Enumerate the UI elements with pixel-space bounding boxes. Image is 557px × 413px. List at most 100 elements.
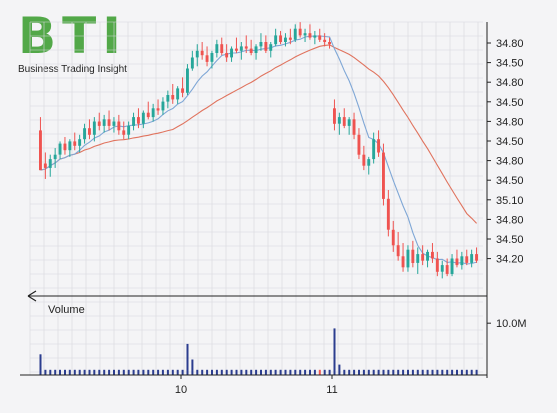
sma-fast-line — [40, 35, 477, 265]
candle-body — [357, 134, 361, 155]
volume-bar — [191, 359, 194, 375]
candle-body — [235, 48, 238, 51]
price-tick-label: 34.80 — [496, 116, 524, 128]
candle-body — [470, 254, 474, 263]
volume-bar — [446, 369, 449, 375]
price-tick-label: 34.50 — [496, 97, 524, 109]
candle-body — [137, 117, 140, 124]
price-tick-label: 34.50 — [496, 58, 524, 70]
price-tick-label: 34.20 — [496, 254, 524, 266]
volume-bar — [460, 369, 463, 375]
volume-bar — [186, 343, 189, 375]
candle-body — [205, 55, 209, 62]
volume-bar — [235, 369, 238, 375]
volume-bar — [299, 369, 302, 375]
volume-bar — [470, 369, 473, 375]
volume-bar — [358, 369, 360, 375]
candle-body — [274, 35, 278, 45]
volume-bar — [264, 369, 267, 375]
candle-body — [215, 44, 219, 53]
candle-body — [406, 249, 410, 268]
candle-body — [411, 249, 415, 263]
candle-body — [440, 265, 444, 272]
candle-body — [92, 121, 96, 135]
volume-bar — [113, 369, 115, 375]
volume-bar — [348, 369, 351, 375]
volume-bar — [377, 369, 380, 375]
volume-bar — [397, 369, 400, 375]
volume-bar — [436, 369, 439, 375]
candle-body — [313, 35, 317, 38]
candle-body — [431, 251, 434, 259]
volume-bar — [147, 369, 150, 375]
candle-body — [254, 46, 258, 53]
volume-bar — [64, 369, 66, 375]
candle-body — [156, 108, 160, 111]
candle-body — [450, 258, 454, 274]
candle-body — [377, 139, 380, 153]
candle-body — [195, 50, 199, 58]
candle-body — [293, 28, 297, 40]
volume-label: Volume — [48, 304, 85, 316]
volume-bar — [117, 369, 120, 375]
chart-stage: BTI Business Trading Insight 34.80 34.50 3… — [0, 0, 557, 413]
volume-bar — [206, 369, 209, 375]
volume-bar — [318, 369, 321, 375]
candle-body — [249, 48, 253, 53]
price-tick-label: 34.80 — [496, 77, 524, 89]
volume-bar — [309, 369, 311, 375]
volume-bar — [367, 369, 370, 375]
candle-body — [107, 119, 111, 126]
candle-body — [176, 88, 180, 100]
candle-body — [401, 256, 405, 268]
volume-bar — [49, 369, 52, 375]
volume-bar — [323, 369, 326, 375]
volume-bar — [137, 369, 140, 375]
candle-body — [382, 152, 385, 199]
volume-bar — [279, 369, 282, 375]
volume-bar — [353, 369, 356, 375]
volume-bar — [59, 369, 61, 375]
candle-body — [48, 159, 52, 168]
volume-bar — [171, 369, 174, 375]
volume-bar — [211, 369, 213, 375]
volume-bar — [225, 369, 228, 375]
candle-body — [352, 119, 356, 135]
volume-bar — [127, 369, 130, 375]
volume-bar — [240, 369, 243, 375]
price-tick-label: 34.50 — [496, 234, 524, 246]
candle-body — [88, 128, 91, 135]
volume-bar — [176, 369, 179, 375]
candle-body — [308, 33, 312, 38]
price-tick-label: 34.50 — [496, 136, 524, 148]
candle-body — [63, 143, 67, 151]
volume-bar — [196, 369, 199, 375]
candle-body — [58, 143, 62, 155]
volume-bar — [372, 369, 375, 375]
candle-body — [435, 258, 439, 272]
volume-bar — [250, 369, 253, 375]
volume-bar — [73, 369, 76, 375]
volume-bar — [362, 369, 365, 375]
candle-body — [259, 42, 263, 47]
volume-bar — [98, 369, 101, 375]
candle-body — [200, 50, 204, 56]
candle-body — [112, 121, 116, 126]
candle-body — [386, 198, 390, 230]
volume-bar — [441, 369, 444, 375]
volume-bar — [181, 369, 184, 375]
candle-body — [298, 28, 302, 36]
candle-body — [239, 46, 243, 51]
candle-body — [475, 254, 478, 261]
candle-body — [455, 258, 459, 266]
volume-bar — [269, 369, 272, 375]
volume-bar — [230, 369, 233, 375]
candle-body — [269, 44, 273, 51]
candle-body — [122, 130, 126, 135]
volume-bar — [245, 369, 248, 375]
candle-body — [117, 121, 121, 131]
volume-bar — [416, 369, 419, 375]
candle-body — [445, 265, 449, 274]
volume-bar — [152, 369, 155, 375]
candle-body — [190, 57, 194, 69]
